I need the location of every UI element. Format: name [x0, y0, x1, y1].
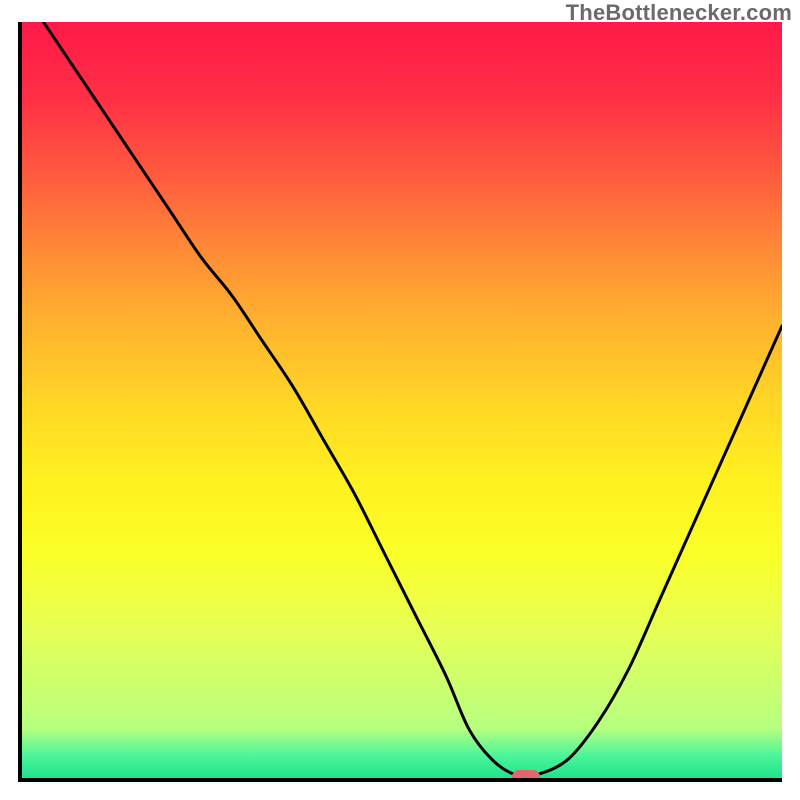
- bottleneck-curve: [18, 22, 782, 782]
- plot-area: [18, 22, 782, 782]
- x-axis: [18, 778, 782, 782]
- y-axis: [18, 22, 22, 782]
- chart-container: TheBottlenecker.com: [0, 0, 800, 800]
